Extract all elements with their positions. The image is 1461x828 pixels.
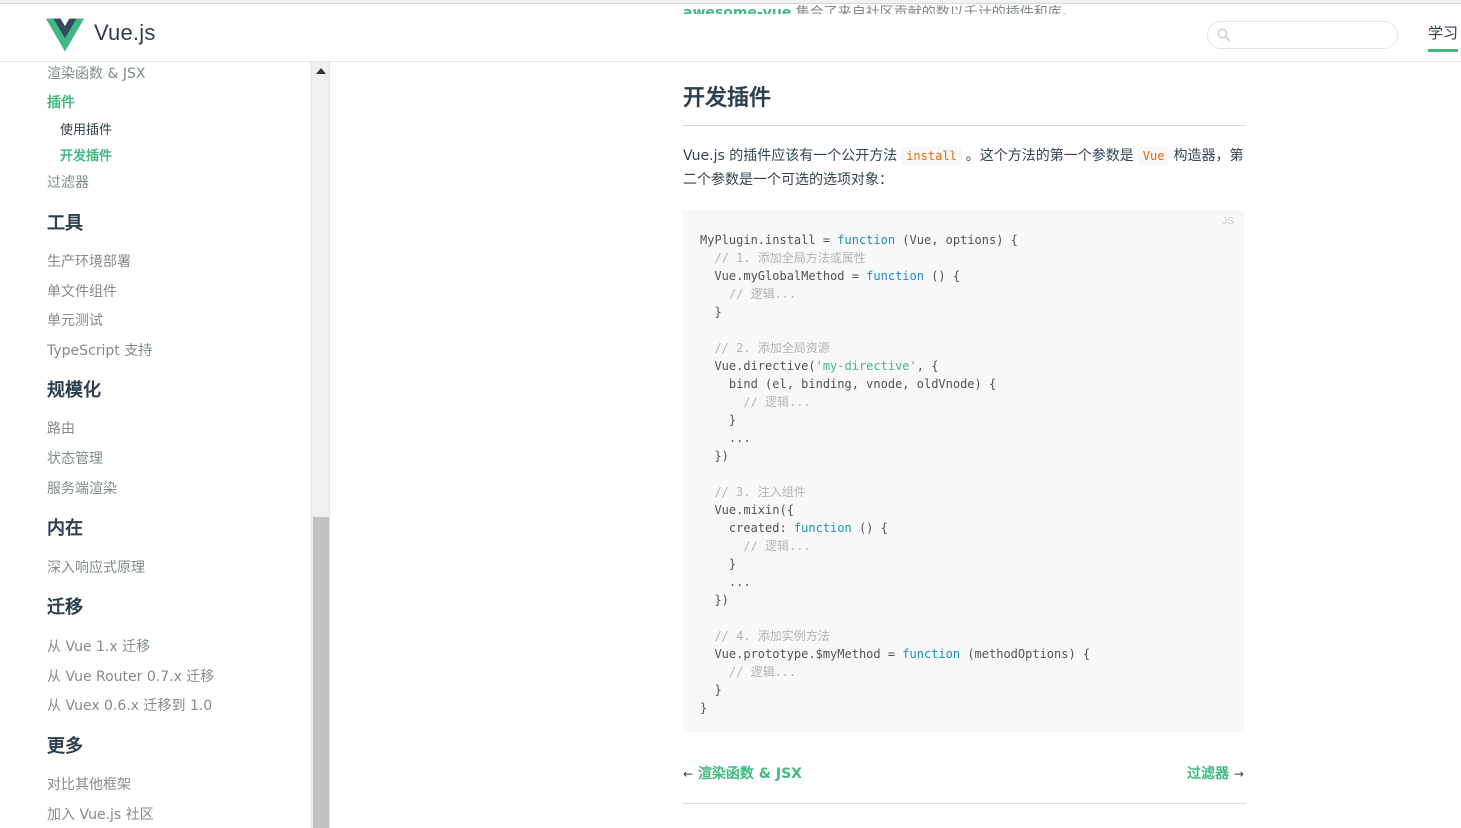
heading-divider (683, 125, 1246, 126)
sidebar-item-sfc[interactable]: 单文件组件 (47, 281, 117, 301)
sidebar-item-comparison[interactable]: 对比其他框架 (47, 774, 131, 794)
intro-paragraph: Vue.js 的插件应该有一个公开方法 install 。这个方法的第一个参数是 Vu… (683, 147, 1244, 188)
scrolled-paragraph-remnant: awesome-vue 集合了来自社区贡献的数以千计的插件和库。 (683, 2, 1076, 14)
vue-logo-icon[interactable] (46, 17, 84, 53)
code-block: JS MyPlugin.install = function (Vue, opt… (683, 210, 1244, 732)
sidebar-item-deployment[interactable]: 生产环境部署 (47, 251, 131, 271)
sidebar-item-state[interactable]: 状态管理 (47, 448, 103, 468)
sidebar-heading-migration: 迁移 (47, 597, 83, 618)
inline-code-vue: Vue (1137, 147, 1170, 165)
code-lines: MyPlugin.install = function (Vue, option… (700, 233, 1091, 715)
sidebar-heading-internals: 内在 (47, 518, 83, 539)
code-language-label: JS (1222, 216, 1234, 227)
sidebar-item-unit-testing[interactable]: 单元测试 (47, 310, 103, 330)
footer-divider (683, 803, 1246, 804)
brand-name[interactable]: Vue.js (94, 20, 156, 46)
search-input[interactable] (1236, 25, 1391, 45)
sidebar-item-filters[interactable]: 过滤器 (47, 172, 89, 192)
search-box[interactable] (1207, 21, 1398, 49)
sidebar-subitem-using-plugins[interactable]: 使用插件 (60, 119, 112, 138)
sidebar-item-migration-vuex[interactable]: 从 Vuex 0.6.x 迁移到 1.0 (47, 695, 212, 715)
scroll-up-arrow-icon[interactable] (316, 68, 326, 74)
arrow-right-icon: → (1233, 767, 1244, 781)
sidebar-item-reactivity[interactable]: 深入响应式原理 (47, 557, 145, 577)
sidebar-item-render-jsx[interactable]: 渲染函数 & JSX (47, 63, 145, 83)
nav-learn[interactable]: 学习 (1428, 22, 1459, 52)
arrow-left-icon: ← (683, 767, 694, 781)
prev-page-link[interactable]: ← 渲染函数 & JSX (683, 763, 802, 783)
next-page-link[interactable]: 过滤器 → (1187, 763, 1244, 783)
sidebar-heading-scaling: 规模化 (47, 380, 101, 401)
sidebar-item-typescript[interactable]: TypeScript 支持 (47, 340, 152, 360)
inline-code-install: install (901, 147, 962, 165)
awesome-vue-link[interactable]: awesome-vue (683, 5, 791, 14)
sidebar-item-plugins[interactable]: 插件 (47, 92, 75, 112)
site-header: awesome-vue 集合了来自社区贡献的数以千计的插件和库。 Vue.js … (0, 4, 1461, 62)
sidebar-heading-tooling: 工具 (47, 213, 83, 234)
sidebar-subitem-writing-plugins[interactable]: 开发插件 (60, 145, 112, 164)
sidebar-item-routing[interactable]: 路由 (47, 418, 75, 438)
sidebar-item-migration-vue[interactable]: 从 Vue 1.x 迁移 (47, 636, 150, 656)
sidebar-heading-meta: 更多 (47, 736, 83, 757)
sidebar-item-ssr[interactable]: 服务端渲染 (47, 478, 117, 498)
section-heading: 开发插件 (683, 86, 772, 111)
sidebar-scrollbar[interactable] (311, 62, 330, 828)
sidebar-item-join[interactable]: 加入 Vue.js 社区 (47, 804, 154, 824)
search-icon (1217, 28, 1231, 42)
sidebar-item-migration-router[interactable]: 从 Vue Router 0.7.x 迁移 (47, 666, 214, 686)
scrollbar-thumb[interactable] (313, 517, 329, 828)
sidebar: 渲染函数 & JSX 插件 使用插件 开发插件 过滤器 工具 生产环境部署 单文… (0, 62, 311, 828)
